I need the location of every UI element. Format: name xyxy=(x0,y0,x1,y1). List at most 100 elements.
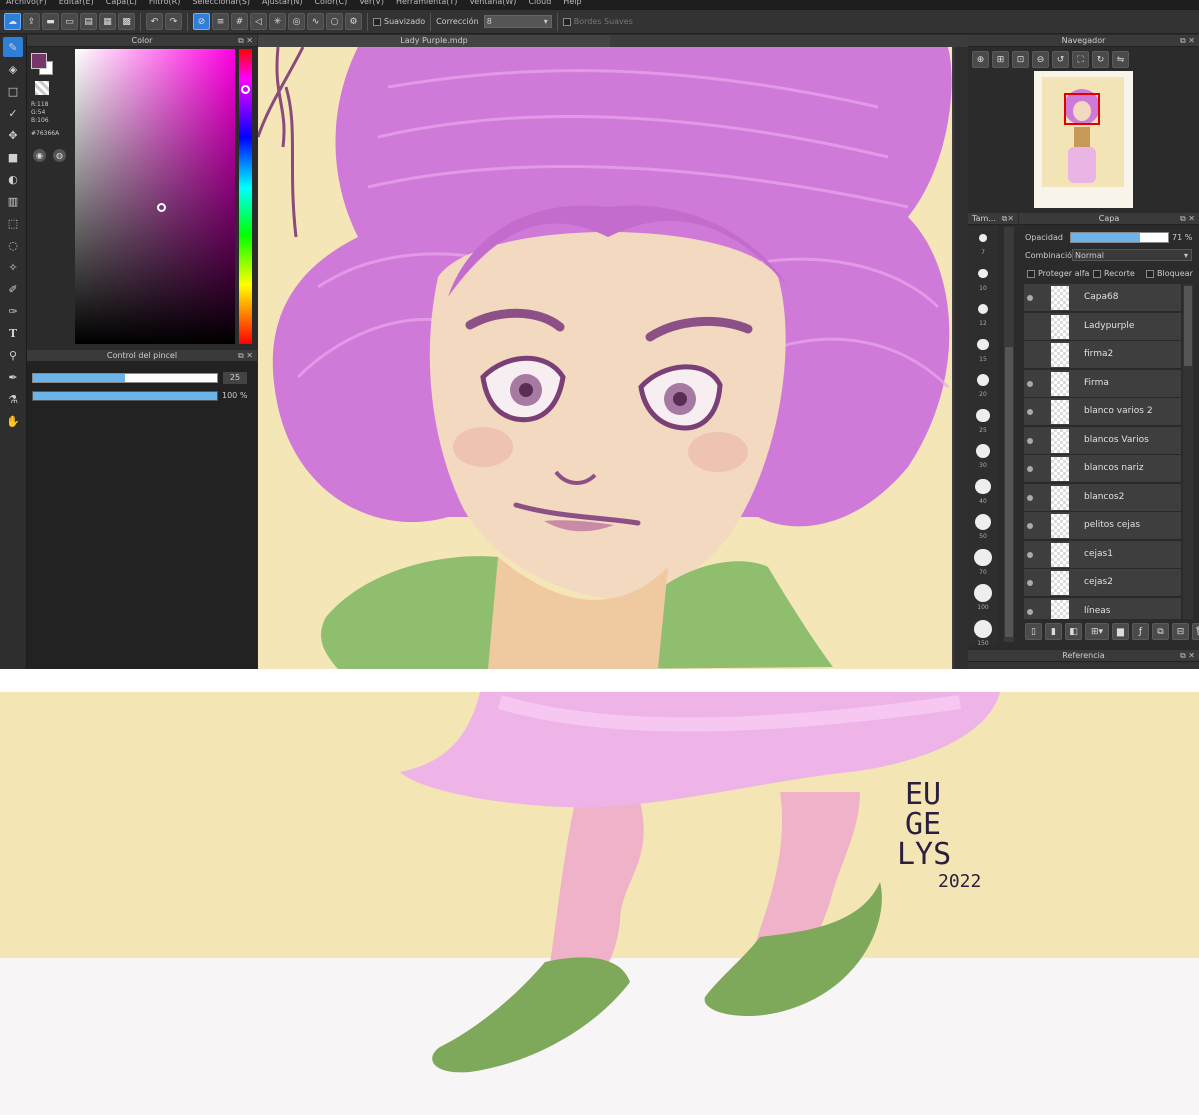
layer-row[interactable]: cejas2 xyxy=(1024,569,1181,597)
correction-select[interactable]: 8 ▾ xyxy=(483,15,552,28)
visibility-eye-icon[interactable] xyxy=(1027,437,1033,444)
concentric-snap-icon[interactable]: ◎ xyxy=(288,13,305,30)
soft-edges-toggle[interactable]: Bordes Suaves xyxy=(562,17,633,26)
menu-filtro[interactable]: Filtro(R) xyxy=(149,0,180,10)
lock-toggle[interactable]: Bloquear xyxy=(1146,269,1193,278)
parallel-snap-icon[interactable]: ≡ xyxy=(212,13,229,30)
visibility-eye-icon[interactable] xyxy=(1027,380,1033,387)
visibility-eye-icon[interactable] xyxy=(1027,608,1033,615)
brush-size-preset[interactable] xyxy=(979,234,987,242)
flip-icon[interactable]: ⇋ xyxy=(1112,51,1129,68)
fill-rect-icon[interactable]: ■ xyxy=(3,147,23,167)
brush-opacity-slider[interactable] xyxy=(32,391,218,401)
menu-ventana[interactable]: Ventana(W) xyxy=(469,0,516,10)
close-icon[interactable]: ⧉ ✕ xyxy=(1180,650,1195,662)
artwork-upper[interactable] xyxy=(258,47,952,669)
gradient-tool-icon[interactable]: ▥ xyxy=(3,191,23,211)
eraser-tool-icon[interactable]: ◈ xyxy=(3,59,23,79)
foreground-swatch[interactable] xyxy=(31,53,47,69)
hand-tool-icon[interactable]: ✋ xyxy=(3,411,23,431)
zoom-fit-icon[interactable]: ⊞ xyxy=(992,51,1009,68)
duplicate-layer-icon[interactable]: ⧉ xyxy=(1152,623,1169,640)
hue-slider[interactable] xyxy=(239,49,252,344)
menu-herramienta[interactable]: Herramienta(T) xyxy=(396,0,457,10)
hue-cursor[interactable] xyxy=(241,85,250,94)
palette-icon[interactable]: ◉ xyxy=(33,149,46,162)
fit-screen-icon[interactable]: ⛶ xyxy=(1072,51,1089,68)
brush-size-preset[interactable] xyxy=(975,478,991,495)
layer-list-scrollbar[interactable] xyxy=(1183,284,1193,619)
zoom-tool-icon[interactable]: ⚲ xyxy=(3,345,23,365)
viewport-rectangle[interactable] xyxy=(1064,93,1100,125)
layer-opacity-slider[interactable] xyxy=(1070,232,1169,243)
zoom-out-icon[interactable]: ⊖ xyxy=(1032,51,1049,68)
zoom-in-icon[interactable]: ⊕ xyxy=(972,51,989,68)
layer-list-scroll-thumb[interactable] xyxy=(1184,286,1192,366)
layer-row[interactable]: blancos2 xyxy=(1024,483,1181,512)
merge-layer-icon[interactable]: ⊟ xyxy=(1172,623,1189,640)
close-icon[interactable]: ⧉✕ xyxy=(1002,213,1014,225)
perspective-snap-icon[interactable]: ◁ xyxy=(250,13,267,30)
new-1bit-layer-icon[interactable]: ◧ xyxy=(1065,623,1082,640)
layer-row[interactable]: firma2 xyxy=(1024,341,1181,369)
brush-size-preset[interactable] xyxy=(976,373,990,387)
magic-wand-icon[interactable]: ✧ xyxy=(3,257,23,277)
bucket-tool-icon[interactable]: ◐ xyxy=(3,169,23,189)
zoom-actual-icon[interactable]: ⊡ xyxy=(1012,51,1029,68)
clipping-toggle[interactable]: Recorte xyxy=(1093,269,1135,278)
brush-size-value[interactable]: 25 xyxy=(223,372,247,384)
brush-size-preset[interactable] xyxy=(978,268,988,279)
move-tool-icon[interactable]: ✥ xyxy=(3,125,23,145)
rotate-left-icon[interactable]: ↺ xyxy=(1052,51,1069,68)
lock-checkbox[interactable] xyxy=(1146,269,1154,278)
grid-snap-icon[interactable]: # xyxy=(231,13,248,30)
brush-size-preset[interactable] xyxy=(974,513,992,531)
menu-seleccionar[interactable]: Seleccionar(S) xyxy=(192,0,250,10)
close-icon[interactable]: ⧉ ✕ xyxy=(238,35,253,47)
color-wheel-icon[interactable]: ◍ xyxy=(53,149,66,162)
circle-snap-icon[interactable]: ○ xyxy=(326,13,343,30)
close-icon[interactable]: ⧉ ✕ xyxy=(238,350,253,362)
menu-cloud[interactable]: Cloud xyxy=(528,0,551,10)
folder-icon[interactable]: ▆ xyxy=(1112,623,1129,640)
brush-size-slider[interactable] xyxy=(32,373,218,383)
brush-size-preset[interactable] xyxy=(974,584,992,602)
undo-icon[interactable]: ↶ xyxy=(146,13,163,30)
close-icon[interactable]: ⧉ ✕ xyxy=(1180,213,1195,225)
select-pen-icon[interactable]: ✓ xyxy=(3,103,23,123)
visibility-eye-icon[interactable] xyxy=(1027,466,1033,472)
menu-capa[interactable]: Capa(L) xyxy=(106,0,137,10)
visibility-eye-icon[interactable] xyxy=(1027,409,1033,415)
brush-tool-icon[interactable]: ✎ xyxy=(3,37,23,57)
document-tab[interactable]: Lady Purple.mdp xyxy=(258,35,610,47)
select-eraser-icon[interactable]: ✑ xyxy=(3,301,23,321)
rect-select-icon[interactable]: ⬚ xyxy=(3,213,23,233)
visibility-eye-icon[interactable] xyxy=(1027,494,1033,501)
menu-archivo[interactable]: Archivo(F) xyxy=(6,0,47,10)
lasso-select-icon[interactable]: ◌ xyxy=(3,235,23,255)
layer-row[interactable]: blancos nariz xyxy=(1024,455,1181,483)
protect-alpha-checkbox[interactable] xyxy=(1027,269,1035,278)
brush-size-preset[interactable] xyxy=(976,408,990,423)
layer-row[interactable]: blanco varios 2 xyxy=(1024,398,1181,426)
curve-snap-icon[interactable]: ∿ xyxy=(307,13,324,30)
visibility-eye-icon[interactable] xyxy=(1027,580,1033,586)
rect-tool-icon[interactable]: □ xyxy=(3,81,23,101)
rotate-right-icon[interactable]: ↻ xyxy=(1092,51,1109,68)
menu-ver[interactable]: Ver(V) xyxy=(359,0,384,10)
select-brush-icon[interactable]: ✐ xyxy=(3,279,23,299)
trash-icon[interactable]: 🗑 xyxy=(1192,623,1199,640)
menu-ajustar[interactable]: Ajustar(N) xyxy=(262,0,303,10)
layer-opacity-value[interactable]: 71 % xyxy=(1172,233,1192,242)
settings-gear-icon[interactable]: ⚙ xyxy=(345,13,362,30)
radial-snap-icon[interactable]: ✳ xyxy=(269,13,286,30)
menu-color[interactable]: Color(C) xyxy=(314,0,347,10)
menu-help[interactable]: Help xyxy=(563,0,581,10)
brush-size-scroll-thumb[interactable] xyxy=(1005,347,1013,637)
layer-row[interactable]: Capa68 xyxy=(1024,284,1181,312)
navigator-preview[interactable] xyxy=(1034,71,1133,208)
layer-row[interactable]: Ladypurple xyxy=(1024,312,1181,341)
add-layer-menu-icon[interactable]: ⊞▾ xyxy=(1085,623,1109,640)
layout-icon[interactable]: ▩ xyxy=(118,13,135,30)
brush-size-preset[interactable] xyxy=(975,443,991,459)
